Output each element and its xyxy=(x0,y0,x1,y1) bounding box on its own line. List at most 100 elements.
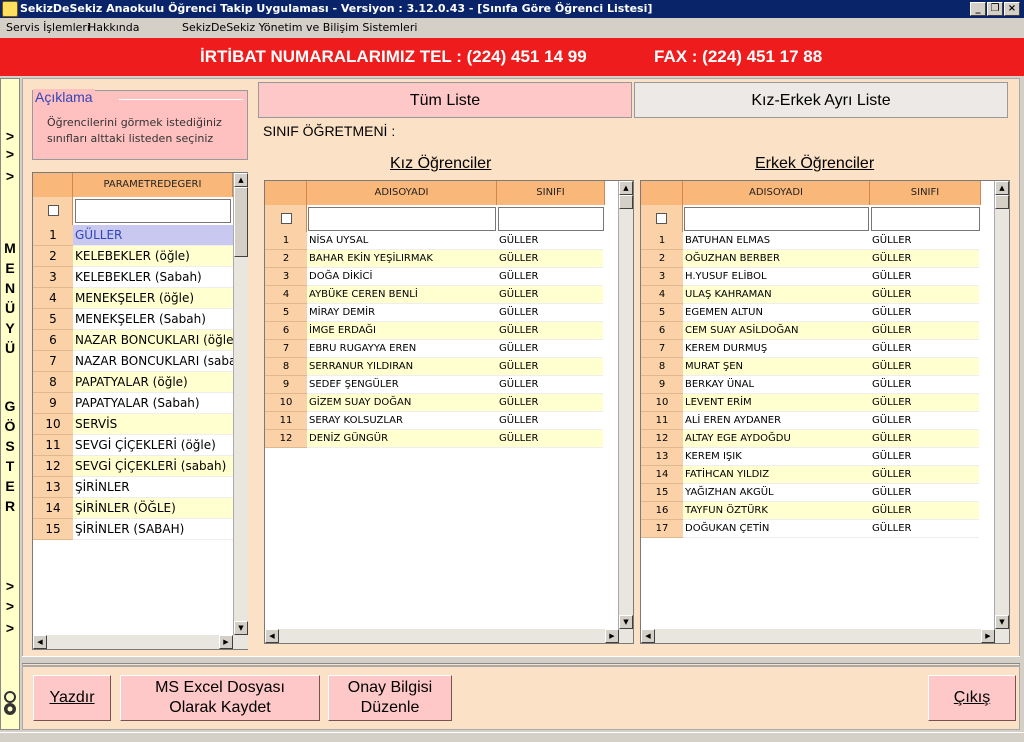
student-class[interactable]: GÜLLER xyxy=(872,466,979,484)
class-name[interactable]: ŞİRİNLER (ÖĞLE) xyxy=(75,498,233,519)
student-class[interactable]: GÜLLER xyxy=(499,322,603,340)
student-name[interactable]: LEVENT ERİM xyxy=(685,394,868,412)
scroll-up-button[interactable]: ▲ xyxy=(234,173,248,187)
student-class[interactable]: GÜLLER xyxy=(499,376,603,394)
boys-name-filter[interactable] xyxy=(684,207,869,231)
boys-class-filter[interactable] xyxy=(871,207,980,231)
girls-name-filter[interactable] xyxy=(308,207,496,231)
student-class[interactable]: GÜLLER xyxy=(872,286,979,304)
class-name[interactable]: PAPATYALAR (öğle) xyxy=(75,372,233,393)
student-class[interactable]: GÜLLER xyxy=(872,502,979,520)
scroll-down-button[interactable]: ▼ xyxy=(234,621,248,635)
param-vscroll[interactable]: ▲ ▼ xyxy=(233,173,248,635)
student-name[interactable]: ALİ EREN AYDANER xyxy=(685,412,868,430)
scroll-down-button[interactable]: ▼ xyxy=(619,615,633,629)
student-name[interactable]: YAĞIZHAN AKGÜL xyxy=(685,484,868,502)
checkbox-icon[interactable] xyxy=(656,213,667,224)
girls-vscroll[interactable]: ▲ ▼ xyxy=(618,181,633,629)
class-name[interactable]: ŞİRİNLER xyxy=(75,477,233,498)
student-name[interactable]: DENİZ GÜNGÜR xyxy=(309,430,495,448)
student-class[interactable]: GÜLLER xyxy=(872,520,979,538)
student-name[interactable]: FATİHCAN YILDIZ xyxy=(685,466,868,484)
student-class[interactable]: GÜLLER xyxy=(872,304,979,322)
restore-button[interactable]: ❐ xyxy=(987,2,1003,16)
student-name[interactable]: ALTAY EGE AYDOĞDU xyxy=(685,430,868,448)
student-name[interactable]: DOĞA DİKİCİ xyxy=(309,268,495,286)
class-name[interactable]: SEVGİ ÇİÇEKLERİ (sabah) xyxy=(75,456,233,477)
minimize-button[interactable]: _ xyxy=(970,2,986,16)
student-class[interactable]: GÜLLER xyxy=(872,394,979,412)
scroll-up-button[interactable]: ▲ xyxy=(619,181,633,195)
student-class[interactable]: GÜLLER xyxy=(872,412,979,430)
student-name[interactable]: İMGE ERDAĞI xyxy=(309,322,495,340)
student-name[interactable]: NİSA UYSAL xyxy=(309,232,495,250)
scroll-thumb[interactable] xyxy=(619,195,633,209)
class-name[interactable]: ŞİRİNLER (SABAH) xyxy=(75,519,233,540)
student-class[interactable]: GÜLLER xyxy=(499,232,603,250)
student-name[interactable]: KEREM DURMUŞ xyxy=(685,340,868,358)
approval-edit-button[interactable]: Onay Bilgisi Düzenle xyxy=(328,675,452,721)
student-name[interactable]: BATUHAN ELMAS xyxy=(685,232,868,250)
checkbox-icon[interactable] xyxy=(48,205,59,216)
boys-hscroll[interactable]: ◀ ▶ xyxy=(641,629,1009,643)
class-name[interactable]: GÜLLER xyxy=(75,225,233,246)
param-filter-input[interactable] xyxy=(75,199,231,223)
scroll-thumb[interactable] xyxy=(234,187,248,257)
student-class[interactable]: GÜLLER xyxy=(499,412,603,430)
student-class[interactable]: GÜLLER xyxy=(499,250,603,268)
class-name[interactable]: MENEKŞELER (Sabah) xyxy=(75,309,233,330)
tab-girl-boy-list[interactable]: Kız-Erkek Ayrı Liste xyxy=(634,82,1008,118)
student-class[interactable]: GÜLLER xyxy=(872,268,979,286)
student-class[interactable]: GÜLLER xyxy=(499,304,603,322)
student-class[interactable]: GÜLLER xyxy=(499,394,603,412)
menu-hakkinda[interactable]: Hakkında xyxy=(88,18,140,38)
student-name[interactable]: CEM SUAY ASİLDOĞAN xyxy=(685,322,868,340)
student-name[interactable]: OĞUZHAN BERBER xyxy=(685,250,868,268)
class-name[interactable]: PAPATYALAR (Sabah) xyxy=(75,393,233,414)
tab-all-list[interactable]: Tüm Liste xyxy=(258,82,632,118)
girls-class-filter[interactable] xyxy=(498,207,604,231)
close-button[interactable]: × xyxy=(1004,2,1020,16)
student-class[interactable]: GÜLLER xyxy=(499,430,603,448)
student-class[interactable]: GÜLLER xyxy=(872,376,979,394)
scroll-up-button[interactable]: ▲ xyxy=(995,181,1009,195)
student-class[interactable]: GÜLLER xyxy=(872,430,979,448)
student-name[interactable]: MURAT ŞEN xyxy=(685,358,868,376)
class-name[interactable]: SERVİS xyxy=(75,414,233,435)
checkbox-icon[interactable] xyxy=(281,213,292,224)
param-hscroll[interactable]: ◀ ▶ xyxy=(33,635,248,649)
student-name[interactable]: KEREM IŞIK xyxy=(685,448,868,466)
class-name[interactable]: SEVGİ ÇİÇEKLERİ (öğle) xyxy=(75,435,233,456)
class-name[interactable]: NAZAR BONCUKLARI (öğle) xyxy=(75,330,233,351)
student-name[interactable]: BAHAR EKİN YEŞİLIRMAK xyxy=(309,250,495,268)
student-class[interactable]: GÜLLER xyxy=(872,340,979,358)
student-name[interactable]: TAYFUN ÖZTÜRK xyxy=(685,502,868,520)
menu-toggle-sidebar[interactable]: > > > M E N Ü Y Ü G Ö S T E R > > > xyxy=(0,78,20,730)
student-class[interactable]: GÜLLER xyxy=(499,286,603,304)
girls-hscroll[interactable]: ◀ ▶ xyxy=(265,629,633,643)
excel-export-button[interactable]: MS Excel Dosyası Olarak Kaydet xyxy=(120,675,320,721)
student-name[interactable]: SEDEF ŞENGÜLER xyxy=(309,376,495,394)
student-class[interactable]: GÜLLER xyxy=(872,250,979,268)
class-name[interactable]: NAZAR BONCUKLARI (sabah) xyxy=(75,351,233,372)
student-class[interactable]: GÜLLER xyxy=(872,232,979,250)
student-name[interactable]: AYBÜKE CEREN BENLİ xyxy=(309,286,495,304)
student-name[interactable]: DOĞUKAN ÇETİN xyxy=(685,520,868,538)
student-class[interactable]: GÜLLER xyxy=(872,358,979,376)
class-name[interactable]: KELEBEKLER (öğle) xyxy=(75,246,233,267)
student-name[interactable]: EBRU RUGAYYA EREN xyxy=(309,340,495,358)
student-class[interactable]: GÜLLER xyxy=(499,340,603,358)
exit-button[interactable]: Çıkış xyxy=(928,675,1016,721)
student-name[interactable]: GİZEM SUAY DOĞAN xyxy=(309,394,495,412)
menu-servis[interactable]: Servis İşlemleri xyxy=(6,18,90,38)
student-class[interactable]: GÜLLER xyxy=(872,322,979,340)
student-name[interactable]: H.YUSUF ELİBOL xyxy=(685,268,868,286)
student-name[interactable]: MİRAY DEMİR xyxy=(309,304,495,322)
scroll-right-button[interactable]: ▶ xyxy=(219,635,233,649)
student-name[interactable]: EGEMEN ALTUN xyxy=(685,304,868,322)
student-name[interactable]: BERKAY ÜNAL xyxy=(685,376,868,394)
scroll-right-button[interactable]: ▶ xyxy=(981,629,995,643)
class-name[interactable]: MENEKŞELER (öğle) xyxy=(75,288,233,309)
student-class[interactable]: GÜLLER xyxy=(499,358,603,376)
scroll-right-button[interactable]: ▶ xyxy=(605,629,619,643)
